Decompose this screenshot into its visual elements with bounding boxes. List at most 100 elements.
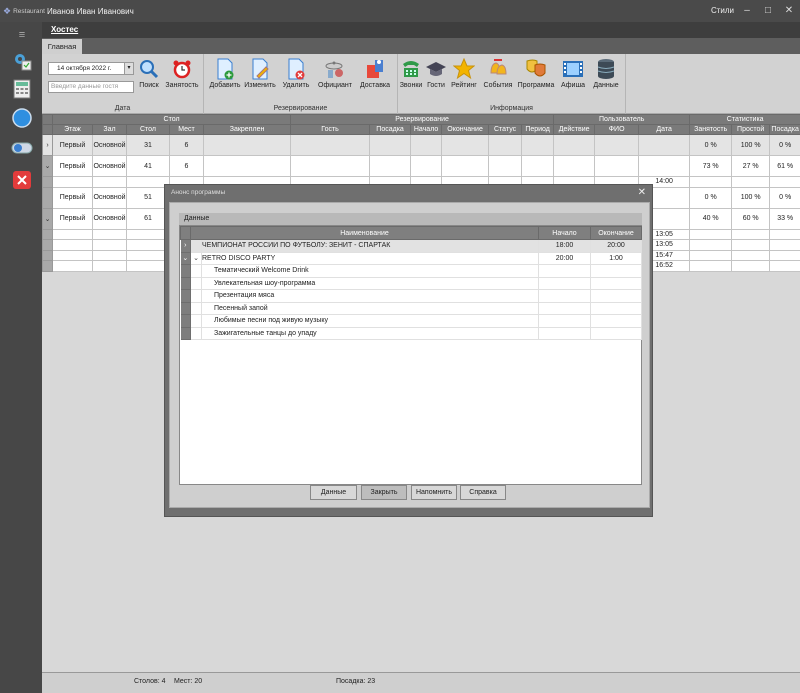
add-button[interactable]: Добавить — [208, 58, 242, 89]
col-name[interactable]: Наименование — [190, 226, 539, 240]
settings-checklist-icon[interactable] — [11, 50, 33, 72]
ribbon-tab-home[interactable]: Главная — [42, 39, 82, 54]
list-item[interactable]: Песенный запой — [180, 302, 642, 315]
list-item[interactable]: › ЧЕМПИОНАТ РОССИИ ПО ФУТБОЛУ: ЗЕНИТ - С… — [180, 239, 642, 253]
waiter-button-label: Официант — [318, 82, 352, 89]
band-reservation: Резервирование — [290, 114, 555, 125]
col-guest[interactable]: Гость — [290, 124, 371, 135]
col-hall[interactable]: Зал — [92, 124, 127, 135]
search-button[interactable]: Поиск — [137, 58, 161, 89]
cell-hall: Основной — [92, 134, 127, 156]
program-name: RETRO DISCO PARTY — [201, 252, 539, 265]
row-expander[interactable]: ⌄ — [180, 252, 191, 265]
cell — [369, 155, 412, 177]
list-item[interactable]: Зажигательные танцы до упаду — [180, 327, 642, 340]
program-list: Наименование Начало Окончание › ЧЕМПИОНА… — [179, 225, 642, 485]
cell — [92, 260, 127, 272]
calculator-icon[interactable] — [11, 78, 33, 100]
cell-seated: 0 % — [769, 186, 800, 209]
data-button[interactable]: Данные — [591, 58, 621, 89]
maximize-button[interactable]: □ — [762, 5, 774, 17]
col-floor[interactable]: Этаж — [52, 124, 93, 135]
rating-button[interactable]: Рейтинг — [449, 58, 479, 89]
col-date[interactable]: Дата — [638, 124, 691, 135]
col-program-start[interactable]: Начало — [538, 226, 591, 240]
cell — [769, 260, 800, 272]
close-window-button[interactable]: ✕ — [783, 5, 795, 17]
list-item[interactable]: ⌄ ⌄ RETRO DISCO PARTY 20:00 1:00 — [180, 252, 642, 265]
col-fio[interactable]: ФИО — [594, 124, 640, 135]
waiter-button[interactable]: Официант — [316, 58, 354, 89]
col-busy[interactable]: Занятость — [689, 124, 733, 135]
col-start[interactable]: Начало — [410, 124, 443, 135]
row-expander[interactable]: ⌄ — [42, 155, 53, 177]
col-program-end[interactable]: Окончание — [590, 226, 642, 240]
tab-hostess[interactable]: Хостес — [51, 25, 78, 34]
delivery-button[interactable]: Доставка — [356, 58, 394, 89]
tree-line — [190, 302, 202, 315]
toggle-icon[interactable] — [11, 137, 33, 159]
cell — [731, 260, 771, 272]
tree-toggle[interactable]: ⌄ — [190, 252, 202, 265]
guests-button[interactable]: Гости — [425, 58, 447, 89]
table-row[interactable]: ⌄ Первый Основной 41 6 73 % 27 % 61 % — [42, 155, 800, 177]
col-assigned[interactable]: Закреплен — [202, 124, 292, 135]
dialog-remind-button[interactable]: Напомнить — [411, 485, 457, 500]
col-status[interactable]: Статус — [488, 124, 523, 135]
col-seated[interactable]: Посадка — [769, 124, 800, 135]
col-idle[interactable]: Простой — [731, 124, 771, 135]
col-period[interactable]: Период — [521, 124, 555, 135]
dialog-data-button[interactable]: Данные — [310, 485, 357, 500]
cell — [731, 228, 771, 240]
dialog-close-button[interactable]: Закрыть — [361, 485, 407, 500]
col-seating[interactable]: Посадка — [369, 124, 412, 135]
dialog-help-button[interactable]: Справка — [460, 485, 506, 500]
row-expander[interactable]: › — [42, 134, 53, 156]
cell-floor: Первый — [52, 207, 93, 230]
list-item[interactable]: Тематический Welcome Drink — [180, 264, 642, 278]
delete-button[interactable]: Удалить — [279, 58, 313, 89]
cell — [594, 155, 640, 177]
date-picker[interactable]: 14 октября 2022 г. — [48, 62, 134, 75]
guest-search-input[interactable]: Введите данные гостя — [48, 81, 134, 93]
close-red-icon[interactable] — [11, 169, 33, 191]
program-name: ЧЕМПИОНАТ РОССИИ ПО ФУТБОЛУ: ЗЕНИТ - СПА… — [201, 239, 539, 253]
events-button[interactable]: События — [481, 58, 515, 89]
calls-button[interactable]: Звонки — [398, 58, 424, 89]
col-action[interactable]: Действие — [553, 124, 596, 135]
occupancy-button[interactable]: Занятость — [163, 58, 201, 89]
theater-masks-icon — [525, 58, 547, 80]
ribbon-group-reservation: Добавить Изменить Удалить Официант Доста… — [204, 54, 398, 114]
cell — [553, 155, 596, 177]
cell — [731, 176, 771, 188]
table-row[interactable]: › Первый Основной 31 6 0 % 100 % 0 % — [42, 134, 800, 156]
bells-icon — [487, 58, 509, 80]
date-dropdown-button[interactable]: ▾ — [124, 62, 134, 75]
band-table: Стол — [51, 114, 292, 125]
edit-button[interactable]: Изменить — [243, 58, 277, 89]
styles-menu[interactable]: Стили — [711, 6, 734, 15]
program-button[interactable]: Программа — [516, 58, 556, 89]
cell — [590, 264, 642, 278]
col-table[interactable]: Стол — [126, 124, 170, 135]
row-indicator — [42, 228, 53, 240]
list-item[interactable]: Презентация мяса — [180, 289, 642, 303]
minimize-button[interactable]: – — [741, 5, 753, 17]
row-indicator — [42, 260, 53, 272]
row-indicator — [180, 314, 191, 328]
list-item[interactable]: Любимые песни под живую музыку — [180, 314, 642, 328]
col-end[interactable]: Окончание — [441, 124, 490, 135]
list-item[interactable]: Увлекательная шоу-программа — [180, 277, 642, 290]
row-expander[interactable]: › — [180, 239, 191, 253]
circle-status-icon[interactable] — [11, 107, 33, 129]
poster-button[interactable]: Афиша — [558, 58, 588, 89]
current-user: Иванов Иван Иванович — [47, 6, 134, 16]
dialog-close-icon[interactable]: ✕ — [638, 187, 646, 198]
hamburger-icon[interactable]: ≡ — [11, 24, 33, 46]
col-seats[interactable]: Мест — [169, 124, 204, 135]
row-expander[interactable]: ⌄ — [42, 207, 53, 230]
cell — [689, 260, 733, 272]
data-button-label: Данные — [593, 82, 619, 89]
row-indicator — [42, 186, 53, 209]
program-start: 20:00 — [538, 252, 591, 265]
